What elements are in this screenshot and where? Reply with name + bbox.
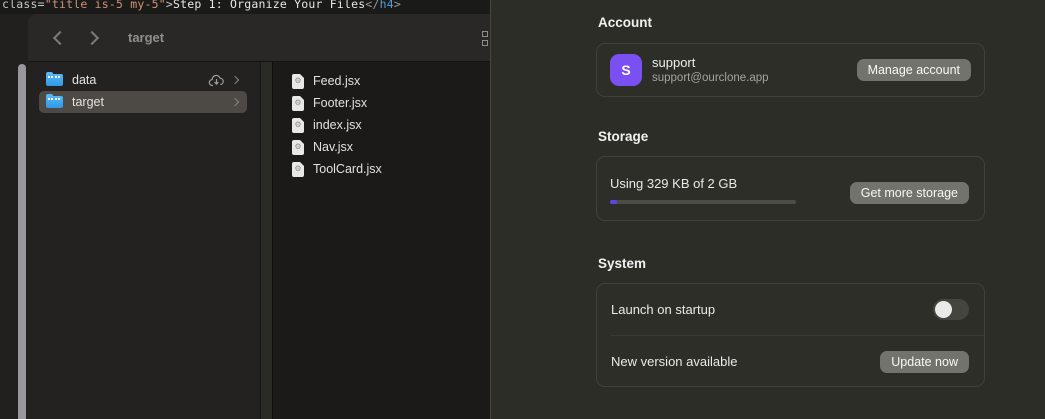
account-card: S support support@ourclone.app Manage ac… (596, 43, 985, 97)
code-line: class="title is-5 my-5">Step 1: Organize… (2, 0, 401, 11)
account-identity: support support@ourclone.app (652, 55, 769, 86)
file-browser-window: target data target ⚙ Feed.jsx ⚙ Footer.j… (28, 14, 490, 419)
storage-progress-fill (610, 200, 617, 204)
storage-heading: Storage (598, 129, 649, 144)
account-name: support (652, 54, 696, 70)
settings-panel: Account S support support@ourclone.app M… (490, 0, 1045, 419)
file-name: Feed.jsx (313, 74, 361, 88)
chevron-right-icon[interactable] (230, 75, 240, 85)
document-icon: ⚙ (292, 161, 304, 177)
new-version-row: New version available Update now (597, 336, 984, 387)
storage-card: Using 329 KB of 2 GB Get more storage (596, 156, 985, 221)
folder-icon (46, 72, 63, 86)
toolbar-title: target (128, 30, 165, 45)
file-list: ⚙ Feed.jsx ⚙ Footer.jsx ⚙ index.jsx ⚙ Na… (273, 62, 490, 419)
folder-icon (46, 94, 63, 108)
system-card: Launch on startup New version available … (596, 283, 985, 387)
system-heading: System (598, 256, 647, 271)
code-close-start: </ (365, 0, 380, 11)
finder-sidebar: data target (28, 62, 260, 419)
file-row[interactable]: ⚙ ToolCard.jsx (273, 158, 490, 180)
document-icon: ⚙ (292, 73, 304, 89)
sidebar-item-target[interactable]: target (39, 91, 247, 113)
launch-on-startup-label: Launch on startup (611, 302, 716, 317)
chevron-right-icon[interactable] (230, 97, 240, 107)
forward-chevron-icon[interactable] (84, 30, 100, 45)
new-version-label: New version available (611, 354, 738, 369)
sidebar-item-label: target (72, 95, 104, 109)
code-attr-name: class= (2, 0, 45, 11)
background-code-editor: class="title is-5 my-5">Step 1: Organize… (0, 0, 490, 14)
storage-progress-bar (610, 200, 796, 204)
file-row[interactable]: ⚙ Footer.jsx (273, 92, 490, 114)
update-now-button[interactable]: Update now (880, 350, 969, 373)
manage-account-button[interactable]: Manage account (856, 59, 971, 81)
account-heading: Account (598, 15, 652, 30)
launch-on-startup-toggle[interactable] (933, 299, 969, 320)
file-name: Footer.jsx (313, 96, 368, 110)
column-divider[interactable] (260, 62, 273, 419)
code-close-end: > (393, 0, 401, 11)
file-name: Nav.jsx (313, 140, 354, 154)
code-inner-text: Step 1: Organize Your Files (172, 0, 366, 11)
view-grid-icon[interactable] (482, 31, 490, 49)
toggle-knob (935, 301, 952, 318)
file-name: index.jsx (313, 118, 362, 132)
sidebar-item-label: data (72, 73, 97, 87)
background-scrollbar[interactable] (18, 64, 26, 419)
screen: class="title is-5 my-5">Step 1: Organize… (0, 0, 1045, 419)
back-chevron-icon[interactable] (52, 30, 68, 45)
launch-on-startup-row: Launch on startup (597, 284, 984, 335)
file-row[interactable]: ⚙ Nav.jsx (273, 136, 490, 158)
document-icon: ⚙ (292, 117, 304, 133)
sidebar-item-data[interactable]: data (39, 69, 247, 91)
cloud-download-icon (208, 74, 225, 87)
account-email: support@ourclone.app (652, 71, 769, 84)
get-more-storage-button[interactable]: Get more storage (849, 182, 969, 204)
finder-toolbar: target (28, 14, 490, 62)
avatar: S (610, 54, 642, 86)
code-bracket: > (165, 0, 173, 11)
code-tag-name: h4 (379, 0, 394, 11)
file-row[interactable]: ⚙ Feed.jsx (273, 70, 490, 92)
document-icon: ⚙ (292, 95, 304, 111)
document-icon: ⚙ (292, 139, 304, 155)
code-attr-value: "title is-5 my-5" (44, 0, 166, 11)
file-row[interactable]: ⚙ index.jsx (273, 114, 490, 136)
file-name: ToolCard.jsx (313, 162, 382, 176)
